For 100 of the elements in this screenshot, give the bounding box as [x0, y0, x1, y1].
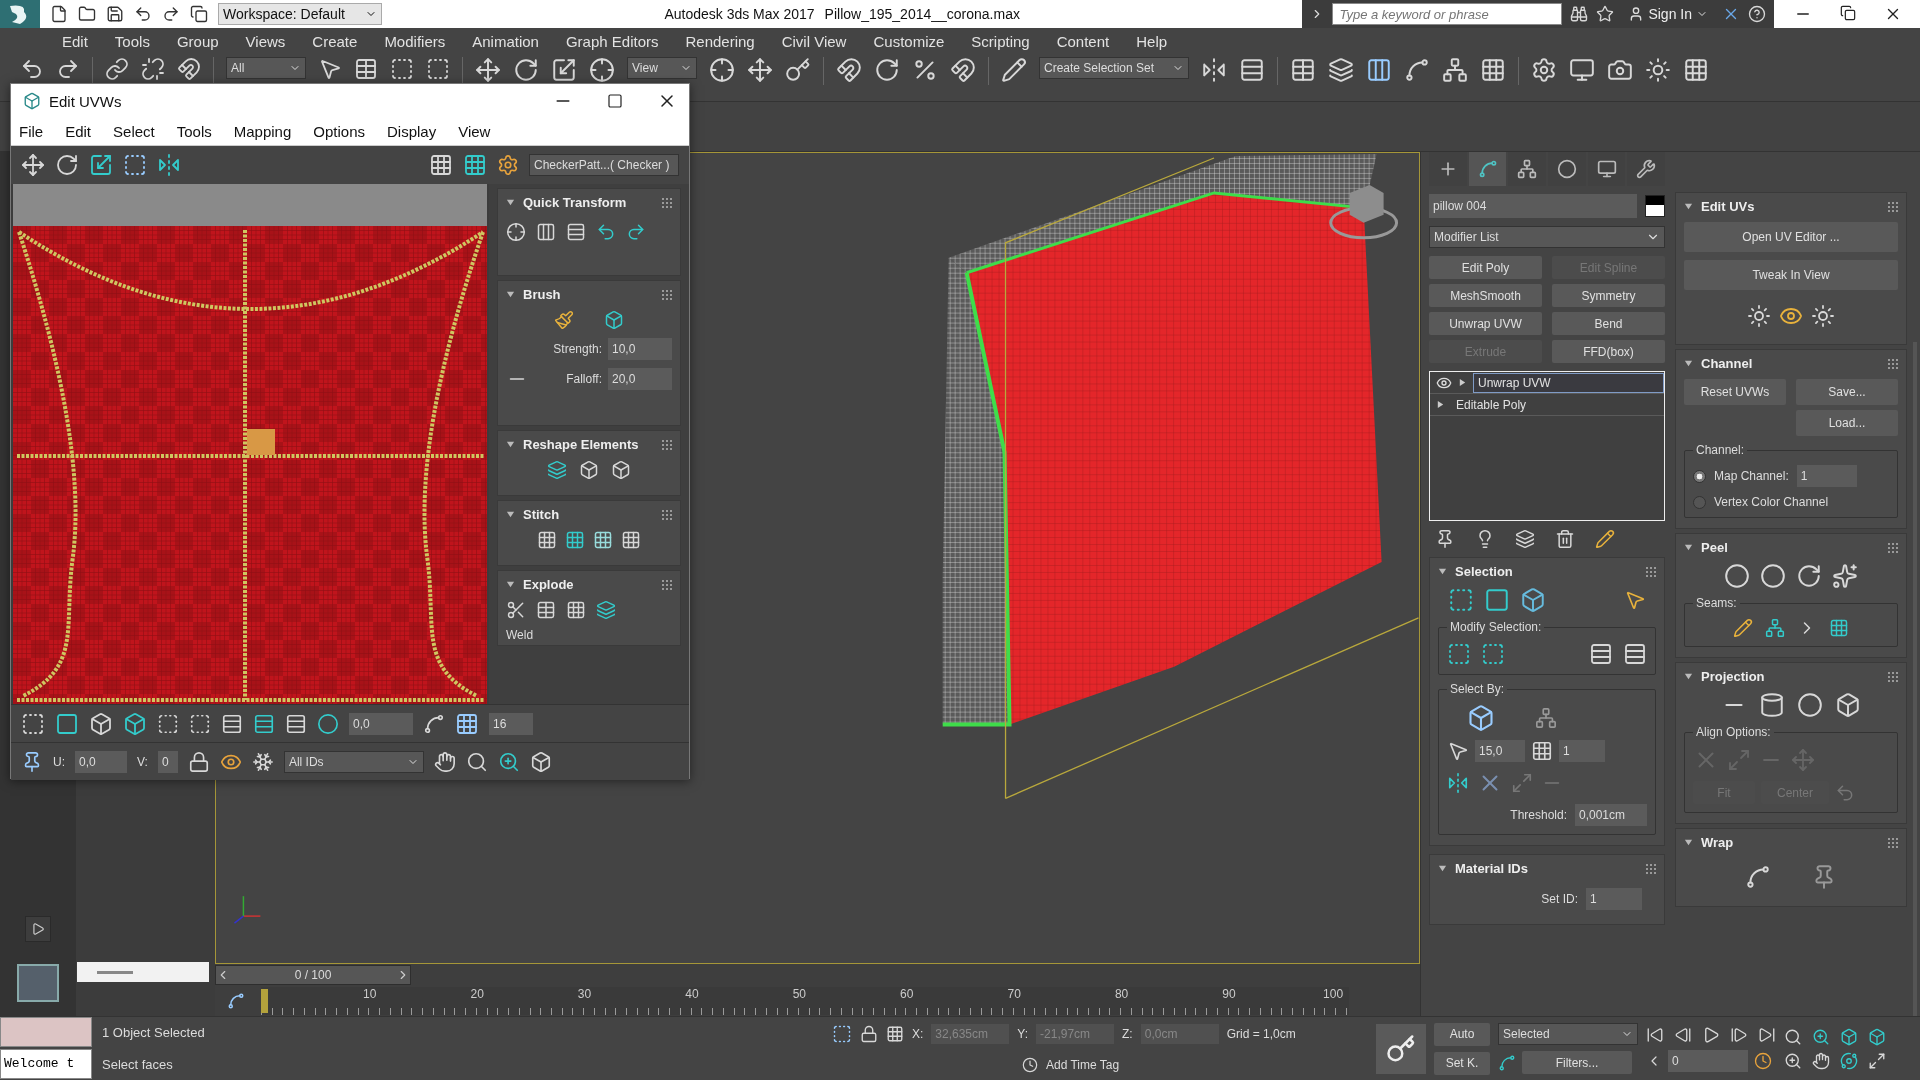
falloff-field[interactable]: 20,0: [608, 368, 672, 390]
save-button[interactable]: Save...: [1796, 379, 1898, 405]
menu-item[interactable]: Group: [176, 32, 219, 50]
modifier-button[interactable]: FFD(box): [1552, 340, 1665, 363]
sign-in-button[interactable]: Sign In: [1622, 6, 1714, 22]
rollout-title[interactable]: Reshape Elements: [523, 437, 654, 452]
file-name: Pillow_195_2014__corona.max: [824, 6, 1020, 22]
prompt-text: Select faces: [102, 1056, 174, 1072]
time-ruler[interactable]: 10 20 30 40 50 60 70 80 90 100: [261, 987, 1349, 1015]
menu-item[interactable]: Content: [1056, 32, 1110, 50]
rollout-title[interactable]: Selection: [1455, 564, 1638, 579]
rollout-title[interactable]: Explode: [523, 577, 654, 592]
modifier-button[interactable]: Symmetry: [1552, 284, 1665, 307]
y-label: Y:: [1017, 1026, 1029, 1041]
current-frame-field[interactable]: 0: [1668, 1049, 1748, 1072]
set-id-field[interactable]: 1: [1586, 888, 1642, 910]
filters-button[interactable]: Filters...: [1522, 1051, 1632, 1074]
set-key-mode-button[interactable]: Set K.: [1434, 1051, 1490, 1075]
tweak-in-view-button[interactable]: Tweak In View: [1684, 260, 1898, 290]
modifier-list-dropdown[interactable]: Modifier List: [1429, 226, 1665, 248]
listener-field[interactable]: Welcome t: [0, 1049, 92, 1079]
rollout-title[interactable]: Channel: [1701, 356, 1880, 371]
menu-item[interactable]: Graph Editors: [565, 32, 659, 50]
menu-item[interactable]: Civil View: [781, 32, 847, 50]
menu-item[interactable]: Create: [312, 32, 358, 50]
object-name-field[interactable]: pillow 004: [1429, 194, 1637, 218]
search-field[interactable]: Type a keyword or phrase: [1332, 3, 1563, 25]
rollout-title[interactable]: Peel: [1701, 540, 1880, 555]
v-field[interactable]: 0: [157, 750, 178, 773]
strength-field[interactable]: 10,0: [608, 338, 672, 360]
menu-item[interactable]: Select: [113, 123, 155, 140]
weld-label: Weld: [506, 628, 535, 642]
menu-item[interactable]: Help: [1136, 32, 1168, 50]
menu-item[interactable]: Modifiers: [384, 32, 446, 50]
ids-dropdown[interactable]: All IDs: [283, 750, 424, 773]
falloff-field[interactable]: 0,0: [349, 712, 413, 735]
rollout-title[interactable]: Projection: [1701, 669, 1880, 684]
workspace-dropdown[interactable]: Workspace: Default: [218, 3, 382, 25]
rollout-title[interactable]: Brush: [523, 287, 654, 302]
map-channel-field[interactable]: 1: [1796, 465, 1857, 487]
rollout-title[interactable]: Edit UVs: [1701, 199, 1880, 214]
frame-label: 20: [470, 987, 484, 1001]
window-title: Edit UVWs: [49, 92, 122, 110]
menu-item[interactable]: File: [19, 123, 44, 140]
app-title: Autodesk 3ds Max 2017: [664, 6, 815, 22]
radio-label: Map Channel:: [1714, 469, 1789, 483]
menu-item[interactable]: Edit: [62, 32, 88, 50]
menu-item[interactable]: Display: [387, 123, 437, 140]
menu-item[interactable]: Animation: [472, 32, 539, 50]
frame-label: 80: [1114, 987, 1129, 1001]
selection-filter-dropdown[interactable]: All: [226, 57, 306, 79]
frame-label: 40: [685, 987, 699, 1001]
modifier-button[interactable]: MeshSmooth: [1429, 284, 1542, 307]
menu-item[interactable]: Tools: [176, 123, 212, 140]
menu-item[interactable]: Edit: [65, 123, 92, 140]
load-button[interactable]: Load...: [1796, 410, 1898, 436]
modifier-button[interactable]: Edit Poly: [1429, 256, 1542, 279]
menu-item[interactable]: Views: [245, 32, 286, 50]
x-label: X:: [912, 1026, 924, 1041]
time-slider-thumb[interactable]: 0 / 100: [215, 965, 411, 985]
falloff-label: Falloff:: [566, 372, 602, 386]
u-field[interactable]: 0,0: [75, 750, 127, 773]
frame-label: 60: [900, 987, 914, 1001]
group-label: Select By:: [1447, 682, 1508, 696]
key-mode-dropdown[interactable]: Selected: [1498, 1023, 1638, 1045]
menu-item[interactable]: Options: [313, 123, 365, 140]
menu-item[interactable]: View: [458, 123, 491, 140]
open-uv-editor-button[interactable]: Open UV Editor ...: [1684, 222, 1898, 252]
grid-field[interactable]: 16: [489, 712, 533, 735]
threshold-field[interactable]: 0,001cm: [1575, 804, 1647, 826]
reset-uvws-button[interactable]: Reset UVWs: [1684, 379, 1786, 405]
texture-dropdown[interactable]: CheckerPatt...( Checker ): [529, 154, 679, 176]
rollout-title[interactable]: Quick Transform: [523, 195, 654, 210]
rollout-title[interactable]: Stitch: [523, 507, 654, 522]
menu-item[interactable]: Rendering: [685, 32, 755, 50]
frame-label: 10: [363, 987, 377, 1001]
u-label: U:: [53, 754, 65, 769]
rollout-title[interactable]: Material IDs: [1455, 861, 1638, 876]
menu-item[interactable]: Scripting: [971, 32, 1030, 50]
selection-status: 1 Object Selected: [102, 1025, 206, 1041]
rollout-title[interactable]: Wrap: [1701, 835, 1880, 850]
group-label: Seams:: [1693, 596, 1740, 610]
reference-dropdown[interactable]: View: [627, 57, 697, 79]
planar-field[interactable]: 1: [1559, 740, 1605, 762]
menu-item[interactable]: Mapping: [233, 123, 292, 140]
v-label: V:: [137, 754, 148, 769]
frame-counter: 0 / 100: [294, 968, 332, 982]
z-label: Z:: [1122, 1026, 1133, 1041]
stack-item[interactable]: Unwrap UVW: [1473, 372, 1664, 393]
modifier-button[interactable]: Unwrap UVW: [1429, 312, 1542, 335]
menu-item[interactable]: Customize: [873, 32, 945, 50]
stack-item[interactable]: Editable Poly: [1451, 394, 1664, 415]
named-selection-dropdown[interactable]: Create Selection Set: [1039, 57, 1189, 79]
modifier-button[interactable]: Bend: [1552, 312, 1665, 335]
add-time-tag[interactable]: Add Time Tag: [1046, 1058, 1120, 1073]
angle-field[interactable]: 15,0: [1475, 740, 1525, 762]
auto-key-button[interactable]: Auto: [1434, 1022, 1490, 1046]
menu-item[interactable]: Tools: [114, 32, 150, 50]
group-label: Align Options:: [1693, 725, 1774, 739]
frame-label: 30: [577, 987, 592, 1001]
